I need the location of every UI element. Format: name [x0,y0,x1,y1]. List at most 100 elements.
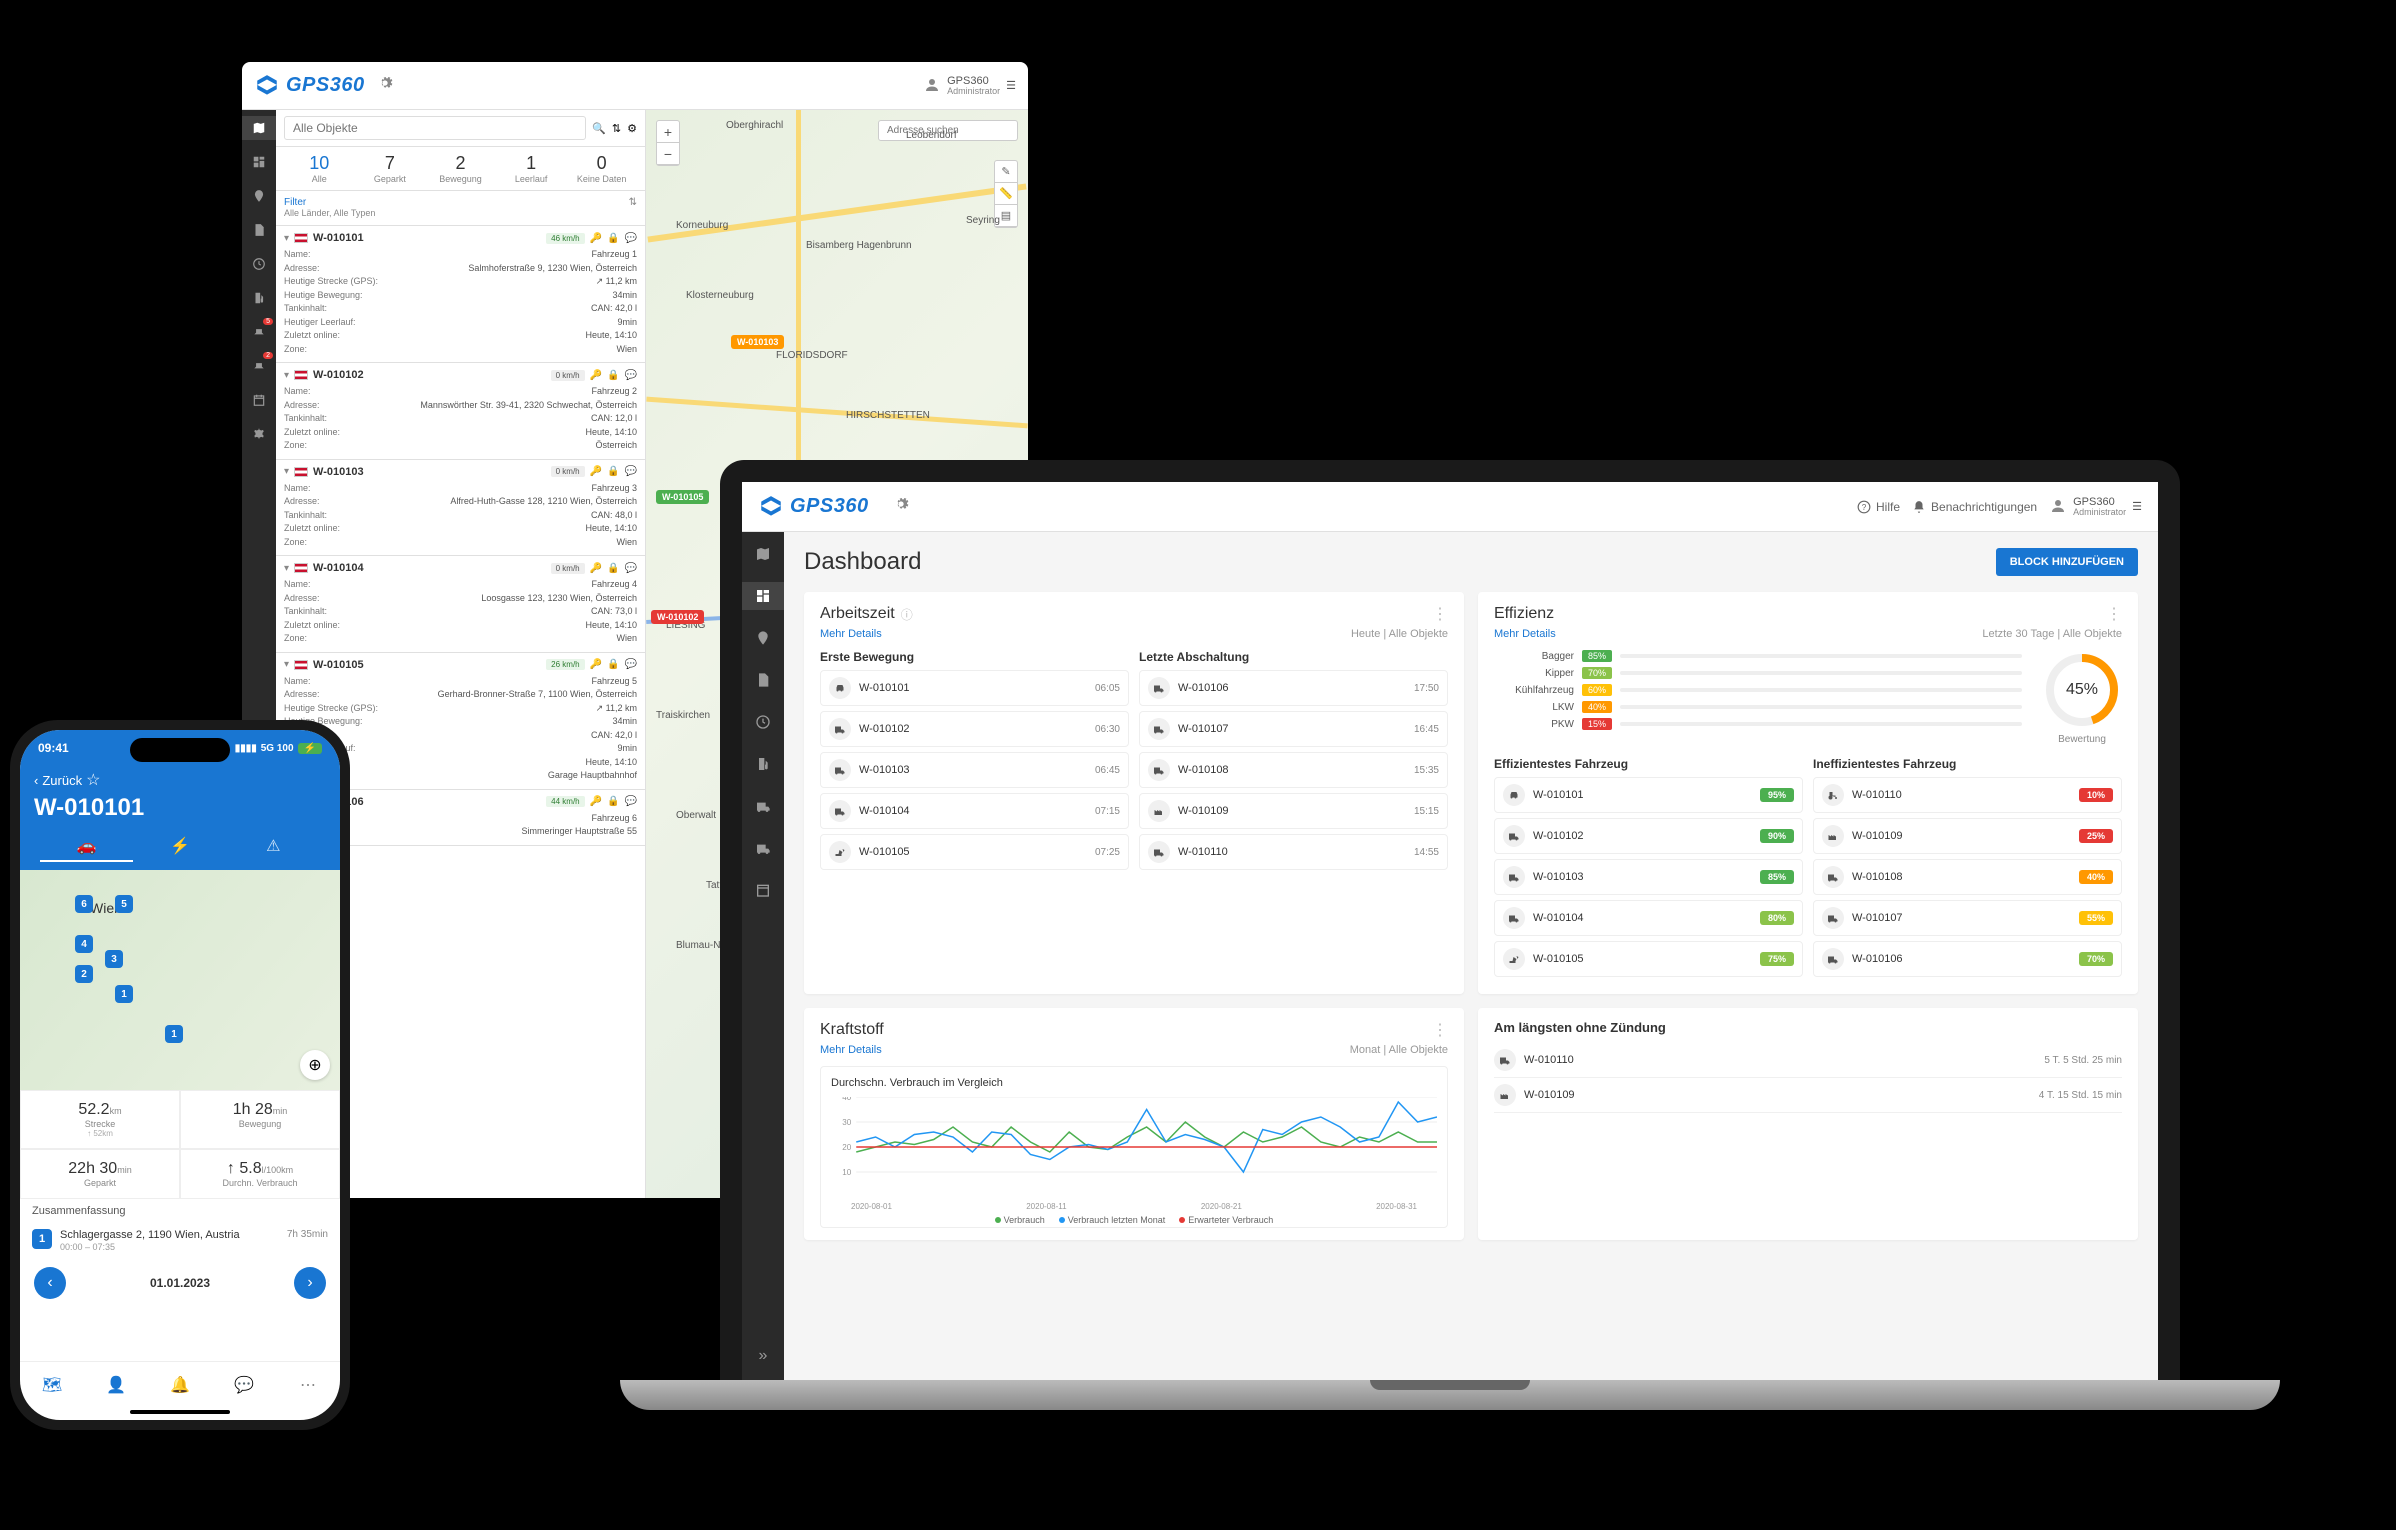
tab-idle[interactable]: 1Leerlauf [496,153,567,184]
list-item[interactable]: W-010110 14:55 [1139,834,1448,870]
settings-icon[interactable] [377,75,393,96]
add-block-button[interactable]: BLOCK HINZUFÜGEN [1996,548,2138,576]
settings-icon[interactable] [893,496,909,517]
more-details-link[interactable]: Mehr Details [1494,628,1556,640]
user-menu[interactable]: GPS360Administrator ☰ [2049,496,2142,518]
list-settings-icon[interactable]: ⚙ [627,122,637,135]
sidebar-fuel-icon[interactable] [247,286,271,310]
panel-filter[interactable]: Monat | Alle Objekte [1350,1044,1448,1056]
list-item[interactable]: W-010109 15:15 [1139,793,1448,829]
star-icon[interactable]: ☆ [86,770,100,790]
summary-row[interactable]: 1 Schlagergasse 2, 1190 Wien, Austria00:… [20,1223,340,1259]
list-item[interactable]: W-010101 95% [1494,777,1803,813]
list-item[interactable]: W-010107 55% [1813,900,2122,936]
list-item[interactable]: W-010110 5 T. 5 Std. 25 min [1494,1043,2122,1078]
sidebar-calendar-icon[interactable] [247,388,271,412]
tab-warning-icon[interactable]: ⚠ [227,832,320,862]
chevron-down-icon[interactable]: ▾ [284,563,289,574]
info-icon[interactable]: ⓘ [901,606,913,623]
list-item[interactable]: W-010109 4 T. 15 Std. 15 min [1494,1078,2122,1113]
chevron-down-icon[interactable]: ▾ [284,659,289,670]
nav-more-icon[interactable]: ⋯ [276,1375,340,1395]
back-button[interactable]: ‹Zurück☆ [34,770,326,790]
sidebar-alerts-2-icon[interactable]: 2 [247,354,271,378]
nav-user-icon[interactable]: 👤 [84,1375,148,1395]
list-item[interactable]: W-010105 07:25 [820,834,1129,870]
list-item[interactable]: W-010105 75% [1494,941,1803,977]
sidebar-map-icon[interactable] [242,116,276,140]
list-item[interactable]: W-010101 06:05 [820,670,1129,706]
chat-icon[interactable]: 💬 [625,233,637,244]
list-item[interactable]: W-010104 80% [1494,900,1803,936]
notifications-link[interactable]: Benachrichtigungen [1912,500,2037,514]
filter-row[interactable]: Filter ⇅ Alle Länder, Alle Typen [276,191,645,226]
nav-chat-icon[interactable]: 💬 [212,1375,276,1395]
filter-icon[interactable]: ⇅ [612,122,621,135]
chat-icon[interactable]: 💬 [625,370,637,381]
map-pin[interactable]: 1 [115,985,133,1003]
zoom-out-button[interactable]: − [657,143,679,165]
panel-menu-icon[interactable]: ⋮ [1432,604,1448,624]
list-item[interactable]: W-010109 25% [1813,818,2122,854]
hamburger-icon[interactable]: ☰ [1006,79,1016,92]
list-item[interactable]: W-010102 90% [1494,818,1803,854]
help-link[interactable]: ?Hilfe [1857,500,1900,514]
tab-all[interactable]: 10Alle [284,153,355,184]
hamburger-icon[interactable]: ☰ [2132,500,2142,513]
home-indicator[interactable] [130,1410,230,1414]
map-pin[interactable]: 6 [75,895,93,913]
prev-date-button[interactable]: ‹ [34,1267,66,1299]
map-pin[interactable]: 2 [75,965,93,983]
tab-parked[interactable]: 7Geparkt [355,153,426,184]
chevron-down-icon[interactable]: ▾ [284,233,289,244]
chevron-down-icon[interactable]: ▾ [284,370,289,381]
vehicle-card[interactable]: ▾ W-010104 0 km/h 🔑 🔒 💬 Name:Fahrzeug 4 … [276,556,645,653]
more-details-link[interactable]: Mehr Details [820,628,882,640]
map-pin[interactable]: W-010103 [731,335,784,349]
sidebar-map-icon[interactable] [749,540,777,568]
sidebar-gear-icon[interactable] [247,422,271,446]
map-pin[interactable]: 1 [165,1025,183,1043]
list-item[interactable]: W-010106 70% [1813,941,2122,977]
sidebar-clock-icon[interactable] [749,708,777,736]
list-item[interactable]: W-010106 17:50 [1139,670,1448,706]
sidebar-calendar-icon[interactable] [749,876,777,904]
sidebar-reports-icon[interactable] [247,218,271,242]
nav-map-icon[interactable]: 🗺 [20,1375,84,1395]
list-item[interactable]: W-010103 85% [1494,859,1803,895]
sidebar-truck-icon[interactable] [749,834,777,862]
list-item[interactable]: W-010108 40% [1813,859,2122,895]
sidebar-reports-icon[interactable] [749,666,777,694]
sidebar-expand-icon[interactable]: » [749,1342,777,1370]
panel-menu-icon[interactable]: ⋮ [1432,1020,1448,1040]
list-item[interactable]: W-010102 06:30 [820,711,1129,747]
map-pin[interactable]: 4 [75,935,93,953]
map-ruler-icon[interactable]: 📏 [995,183,1017,205]
sidebar-location-icon[interactable] [247,184,271,208]
map-edit-icon[interactable]: ✎ [995,161,1017,183]
panel-filter[interactable]: Letzte 30 Tage | Alle Objekte [1982,628,2122,640]
panel-filter[interactable]: Heute | Alle Objekte [1351,628,1448,640]
list-item[interactable]: W-010108 15:35 [1139,752,1448,788]
more-details-link[interactable]: Mehr Details [820,1044,882,1056]
sidebar-dashboard-icon[interactable] [742,582,784,610]
sidebar-fleet-icon[interactable] [749,792,777,820]
sidebar-alerts-1-icon[interactable]: 5 [247,320,271,344]
vehicle-card[interactable]: ▾ W-010102 0 km/h 🔑 🔒 💬 Name:Fahrzeug 2 … [276,363,645,460]
chevron-down-icon[interactable]: ▾ [284,466,289,477]
tab-nodata[interactable]: 0Keine Daten [566,153,637,184]
recenter-button[interactable]: ⊕ [300,1050,330,1080]
sidebar-dashboard-icon[interactable] [247,150,271,174]
list-item[interactable]: W-010103 06:45 [820,752,1129,788]
vehicle-card[interactable]: ▾ W-010101 46 km/h 🔑 🔒 💬 Name:Fahrzeug 1… [276,226,645,363]
list-item[interactable]: W-010110 10% [1813,777,2122,813]
tab-vehicle-icon[interactable]: 🚗 [40,832,133,862]
user-menu[interactable]: GPS360 Administrator ☰ [923,75,1016,97]
sidebar-clock-icon[interactable] [247,252,271,276]
map-pin[interactable]: 5 [115,895,133,913]
next-date-button[interactable]: › [294,1267,326,1299]
vehicle-card[interactable]: ▾ W-010103 0 km/h 🔑 🔒 💬 Name:Fahrzeug 3 … [276,460,645,557]
search-icon[interactable]: 🔍 [592,122,606,135]
nav-bell-icon[interactable]: 🔔 [148,1375,212,1395]
panel-menu-icon[interactable]: ⋮ [2106,604,2122,624]
